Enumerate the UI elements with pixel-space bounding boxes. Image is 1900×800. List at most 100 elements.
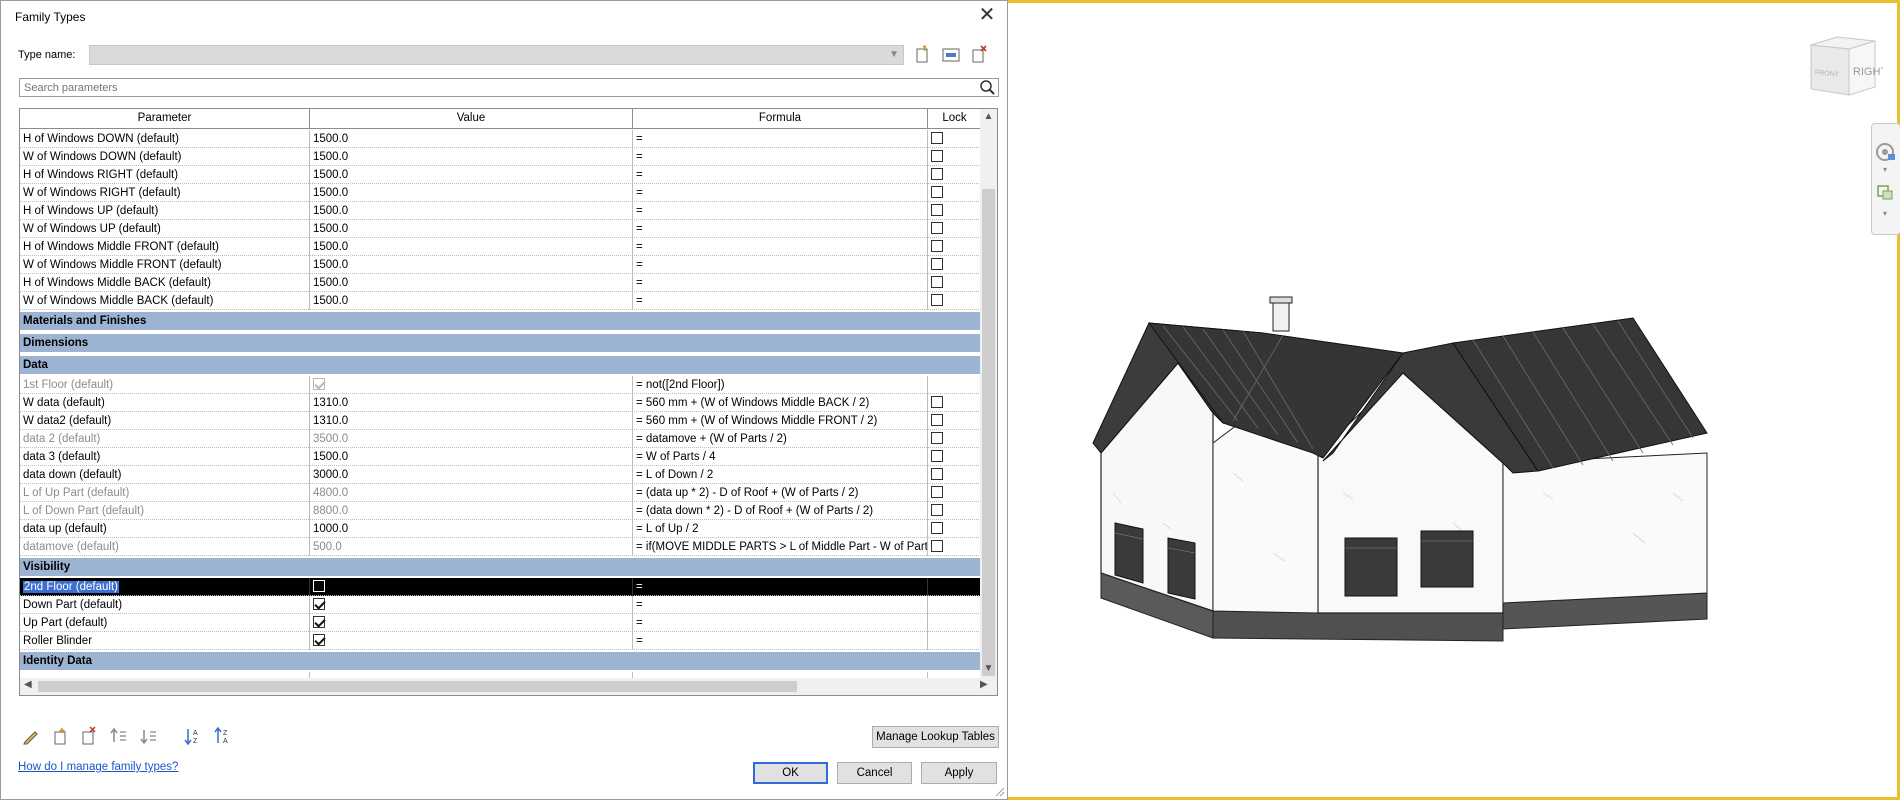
title-bar[interactable]: Family Types ✕ — [1, 1, 1007, 31]
parameter-formula[interactable]: = not([2nd Floor]) — [633, 376, 928, 394]
group-visibility[interactable]: Visibility — [20, 558, 981, 577]
vertical-scrollbar[interactable]: ▲ ▼ — [980, 109, 997, 679]
parameter-value[interactable]: 3000.0 — [310, 466, 633, 484]
lock-checkbox[interactable] — [931, 257, 943, 270]
parameter-formula[interactable]: = if(MOVE MIDDLE PARTS > L of Middle Par… — [633, 538, 928, 556]
column-header-value[interactable]: Value — [310, 109, 633, 129]
manage-lookup-tables-button[interactable]: Manage Lookup Tables — [872, 726, 999, 748]
resize-grip-icon[interactable] — [993, 785, 1005, 797]
parameters-grid[interactable]: Parameter Value Formula Lock H of Window… — [19, 108, 998, 696]
zoom-region-icon[interactable] — [1877, 185, 1893, 200]
table-row[interactable]: data 3 (default) 1500.0 = W of Parts / 4 — [20, 448, 981, 466]
lock-checkbox[interactable] — [931, 395, 943, 408]
lock-checkbox[interactable] — [931, 449, 943, 462]
value-checkbox[interactable] — [313, 633, 325, 646]
parameter-formula[interactable]: = — [633, 632, 928, 650]
group-dimensions[interactable]: Dimensions — [20, 334, 981, 353]
lock-checkbox[interactable] — [931, 503, 943, 516]
lock-checkbox[interactable] — [931, 485, 943, 498]
table-row[interactable]: L of Down Part (default) 8800.0 = (data do… — [20, 502, 981, 520]
lock-checkbox[interactable] — [931, 413, 943, 426]
table-row-selected[interactable]: 2nd Floor (default) = — [20, 578, 981, 596]
scroll-down-icon[interactable]: ▼ — [980, 663, 997, 674]
parameter-value[interactable]: 1310.0 — [310, 394, 633, 412]
lock-checkbox[interactable] — [931, 293, 943, 306]
value-checkbox[interactable] — [313, 615, 325, 628]
lock-checkbox[interactable] — [931, 185, 943, 198]
horizontal-scrollbar[interactable]: ◀ ▶ — [20, 678, 997, 695]
parameter-value[interactable]: 1500.0 — [310, 220, 633, 238]
table-row[interactable]: data 2 (default) 3500.0 = datamove + (W of… — [20, 430, 981, 448]
table-row[interactable]: H of Windows DOWN (default) 1500.0 = — [20, 130, 981, 148]
table-row[interactable]: data down (default) 3000.0 = L of Down / 2 — [20, 466, 981, 484]
move-down-icon[interactable] — [139, 726, 159, 746]
parameter-value[interactable]: 1500.0 — [310, 256, 633, 274]
parameter-formula[interactable]: = 560 mm + (W of Windows Middle FRONT / … — [633, 412, 928, 430]
parameter-value[interactable]: 1500.0 — [310, 238, 633, 256]
parameter-formula[interactable]: = — [633, 166, 928, 184]
parameter-formula[interactable]: = L of Up / 2 — [633, 520, 928, 538]
lock-checkbox[interactable] — [931, 275, 943, 288]
value-checkbox[interactable] — [313, 579, 325, 592]
lock-checkbox[interactable] — [931, 431, 943, 444]
table-row[interactable]: Up Part (default) = — [20, 614, 981, 632]
parameter-formula[interactable]: = — [633, 292, 928, 310]
table-row[interactable]: data up (default) 1000.0 = L of Up / 2 — [20, 520, 981, 538]
table-row[interactable]: Down Part (default) = — [20, 596, 981, 614]
parameter-formula[interactable]: = — [633, 274, 928, 292]
parameter-formula[interactable]: = — [633, 596, 928, 614]
parameter-value[interactable]: 1000.0 — [310, 520, 633, 538]
parameter-formula[interactable]: = — [633, 256, 928, 274]
value-checkbox[interactable] — [313, 597, 325, 610]
group-identity-data[interactable]: Identity Data — [20, 652, 981, 671]
close-button[interactable]: ✕ — [975, 5, 999, 27]
lock-checkbox[interactable] — [931, 539, 943, 552]
parameter-formula[interactable]: = datamove + (W of Parts / 2) — [633, 430, 928, 448]
table-row[interactable]: W of Windows Middle FRONT (default) 1500.… — [20, 256, 981, 274]
apply-button[interactable]: Apply — [921, 762, 997, 784]
parameter-value[interactable]: 1500.0 — [310, 166, 633, 184]
parameter-value[interactable]: 1500.0 — [310, 184, 633, 202]
parameter-formula[interactable]: = (data up * 2) - D of Roof + (W of Part… — [633, 484, 928, 502]
steering-wheel-icon[interactable] — [1876, 143, 1895, 161]
table-row[interactable]: L of Up Part (default) 4800.0 = (data up *… — [20, 484, 981, 502]
parameter-formula[interactable]: = — [633, 614, 928, 632]
table-row[interactable]: W of Windows Middle BACK (default) 1500.0… — [20, 292, 981, 310]
column-header-formula[interactable]: Formula — [633, 109, 928, 129]
group-data[interactable]: Data — [20, 356, 981, 375]
parameter-formula[interactable]: = — [633, 184, 928, 202]
table-row[interactable]: W of Windows RIGHT (default) 1500.0 = — [20, 184, 981, 202]
move-up-icon[interactable] — [109, 726, 129, 746]
new-parameter-icon[interactable] — [51, 726, 71, 746]
parameter-value[interactable]: 1500.0 — [310, 202, 633, 220]
lock-checkbox[interactable] — [931, 203, 943, 216]
scroll-right-icon[interactable]: ▶ — [980, 679, 988, 690]
parameter-formula[interactable]: = L of Down / 2 — [633, 466, 928, 484]
horizontal-scroll-thumb[interactable] — [38, 681, 797, 692]
parameter-formula[interactable]: = — [633, 220, 928, 238]
vertical-scroll-thumb[interactable] — [982, 189, 995, 676]
type-name-combo[interactable]: ▼ — [89, 45, 904, 65]
parameter-formula[interactable]: = W of Parts / 4 — [633, 448, 928, 466]
parameter-formula[interactable]: = — [633, 578, 928, 596]
rename-type-icon[interactable] — [941, 45, 961, 65]
parameter-formula[interactable]: = — [633, 148, 928, 166]
table-row[interactable]: H of Windows Middle BACK (default) 1500.0… — [20, 274, 981, 292]
cancel-button[interactable]: Cancel — [837, 762, 912, 784]
lock-checkbox[interactable] — [931, 467, 943, 480]
parameter-formula[interactable]: = (data down * 2) - D of Roof + (W of Pa… — [633, 502, 928, 520]
table-row[interactable]: W of Windows UP (default) 1500.0 = — [20, 220, 981, 238]
table-row[interactable]: 1st Floor (default) = not([2nd Floor]) — [20, 376, 981, 394]
help-link[interactable]: How do I manage family types? — [18, 761, 178, 773]
scroll-left-icon[interactable]: ◀ — [24, 679, 32, 690]
lock-checkbox[interactable] — [931, 149, 943, 162]
table-row[interactable]: H of Windows RIGHT (default) 1500.0 = — [20, 166, 981, 184]
parameter-value[interactable]: 1500.0 — [310, 448, 633, 466]
viewcube[interactable]: RIGHT FRONT — [1803, 35, 1883, 99]
lock-checkbox[interactable] — [931, 239, 943, 252]
navigation-bar[interactable]: ▾ ▾ — [1871, 123, 1900, 235]
parameter-value[interactable]: 1500.0 — [310, 130, 633, 148]
parameter-formula[interactable]: = — [633, 130, 928, 148]
lock-checkbox[interactable] — [931, 521, 943, 534]
delete-parameter-icon[interactable] — [79, 726, 99, 746]
